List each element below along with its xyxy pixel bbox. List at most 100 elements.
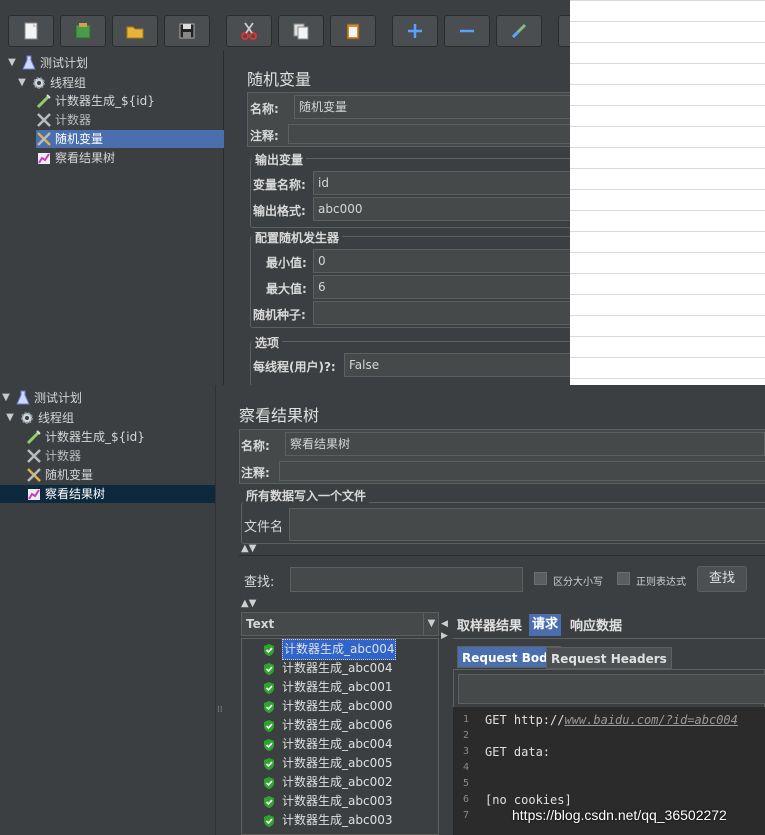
tree-node-results-tree[interactable]: 察看结果树 bbox=[0, 485, 215, 503]
success-shield-icon bbox=[264, 662, 274, 675]
seed-field[interactable] bbox=[313, 301, 570, 325]
comment-field[interactable] bbox=[279, 461, 765, 481]
result-row[interactable]: 计数器生成_abc000 bbox=[262, 697, 392, 716]
result-row[interactable]: 计数器生成_abc004 bbox=[262, 639, 397, 660]
paste-button[interactable] bbox=[330, 15, 376, 47]
tree-node-label: 线程组 bbox=[38, 411, 75, 425]
save-button[interactable] bbox=[164, 15, 210, 47]
chevron-down-icon[interactable]: ▼ bbox=[423, 613, 439, 635]
search-button[interactable]: 查找 bbox=[697, 566, 747, 592]
success-shield-icon bbox=[264, 776, 274, 789]
copy-button[interactable] bbox=[278, 15, 324, 47]
splitter-arrows[interactable]: ◀ ▶ bbox=[441, 613, 449, 835]
tree-node-test-plan[interactable]: ▼ 测试计划 bbox=[6, 54, 88, 72]
collapse-toggle-icon[interactable]: ▲▼ bbox=[241, 598, 256, 609]
result-row-label: 计数器生成_abc004 bbox=[282, 661, 393, 675]
result-row-label: 计数器生成_abc001 bbox=[282, 680, 393, 694]
tree-node-counter[interactable]: 计数器 bbox=[26, 447, 81, 465]
request-search-field[interactable] bbox=[458, 674, 765, 704]
result-row[interactable]: 计数器生成_abc005 bbox=[262, 754, 392, 773]
cut-icon bbox=[241, 22, 257, 40]
output-format-label: 输出格式: bbox=[253, 204, 306, 218]
result-row[interactable]: 计数器生成_abc006 bbox=[262, 716, 392, 735]
tree-node-random-variable[interactable]: 随机变量 bbox=[26, 466, 93, 484]
request-toolbar-area bbox=[453, 669, 765, 709]
more-button[interactable] bbox=[558, 15, 570, 47]
result-row-label: 计数器生成_abc003 bbox=[282, 813, 393, 827]
spreadsheet-background bbox=[570, 0, 765, 385]
test-plan-tree: ▼ 测试计划 ▼ 线程组 计数器生成_${id} 计数器 随机变量 察看结果树 bbox=[6, 50, 224, 385]
min-value-label: 最小值: bbox=[266, 256, 307, 270]
url-link[interactable]: www.baidu.com/?id=abc004 bbox=[564, 713, 737, 727]
tree-node-thread-group[interactable]: ▼ 线程组 bbox=[16, 74, 86, 92]
code-line: GET http://www.baidu.com/?id=abc004 bbox=[485, 713, 738, 727]
expand-arrow-icon[interactable]: ▼ bbox=[6, 54, 18, 72]
results-list: 计数器生成_abc004 计数器生成_abc004 计数器生成_abc001 计数器生… bbox=[241, 638, 439, 835]
collapse-button[interactable] bbox=[444, 15, 490, 47]
cut-button[interactable] bbox=[226, 15, 272, 47]
jmeter-window-top: ▼ 测试计划 ▼ 线程组 计数器生成_${id} 计数器 随机变量 察看结果树 … bbox=[0, 0, 570, 385]
gear-icon bbox=[21, 412, 33, 424]
name-field[interactable]: 察看结果树 bbox=[285, 432, 765, 456]
flask-icon bbox=[22, 55, 36, 70]
code-text: GET data: bbox=[485, 745, 551, 759]
split-pane-divider[interactable]: ⁞⁞ bbox=[215, 385, 227, 835]
tab-request[interactable]: 请求 bbox=[529, 614, 562, 636]
tools-icon bbox=[27, 449, 41, 463]
per-thread-select[interactable]: False bbox=[344, 353, 570, 377]
expand-arrow-icon[interactable]: ▼ bbox=[16, 74, 28, 92]
subtab-request-body[interactable]: Request Body bbox=[457, 646, 561, 668]
name-field[interactable]: 随机变量 bbox=[294, 95, 570, 119]
new-button[interactable] bbox=[8, 15, 54, 47]
output-format-field[interactable]: abc000 bbox=[313, 197, 570, 221]
min-value-field[interactable]: 0 bbox=[313, 249, 570, 273]
expand-arrow-icon[interactable]: ▼ bbox=[4, 409, 16, 427]
tree-node-random-variable[interactable]: 随机变量 bbox=[36, 130, 224, 148]
file-name-field[interactable] bbox=[289, 508, 765, 541]
search-input[interactable] bbox=[290, 567, 523, 592]
tab-response-data[interactable]: 响应数据 bbox=[567, 616, 625, 638]
tree-node-counter[interactable]: 计数器 bbox=[36, 111, 91, 129]
max-value-field[interactable]: 6 bbox=[313, 275, 570, 299]
success-shield-icon bbox=[264, 700, 274, 713]
tree-node-label: 计数器生成_${id} bbox=[45, 430, 145, 444]
drag-handle-icon[interactable]: ⁞⁞ bbox=[217, 705, 223, 715]
subtab-request-headers[interactable]: Request Headers bbox=[546, 647, 672, 669]
tree-node-thread-group[interactable]: ▼ 线程组 bbox=[4, 409, 74, 427]
comment-field[interactable] bbox=[288, 124, 570, 144]
expand-arrow-icon[interactable]: ▼ bbox=[0, 389, 12, 407]
result-row[interactable]: 计数器生成_abc004 bbox=[262, 659, 392, 678]
comment-label: 注释: bbox=[241, 466, 270, 480]
tree-node-results-tree[interactable]: 察看结果树 bbox=[36, 149, 115, 167]
sampler-icon bbox=[36, 94, 51, 109]
collapse-toggle-icon[interactable]: ▲▼ bbox=[241, 543, 256, 554]
result-row[interactable]: 计数器生成_abc003 bbox=[262, 811, 392, 830]
result-row[interactable]: 计数器生成_abc001 bbox=[262, 678, 392, 697]
chart-icon bbox=[38, 153, 50, 164]
success-shield-icon bbox=[264, 643, 274, 656]
chart-icon bbox=[28, 489, 40, 500]
tree-node-sampler[interactable]: 计数器生成_${id} bbox=[36, 92, 155, 110]
copy-icon bbox=[293, 23, 309, 40]
result-row[interactable]: 计数器生成_abc002 bbox=[262, 773, 392, 792]
watermark-text: https://blog.csdn.net/qq_36502272 bbox=[512, 807, 727, 823]
tree-node-label: 随机变量 bbox=[55, 132, 104, 146]
regex-checkbox[interactable] bbox=[617, 572, 630, 585]
tree-node-sampler[interactable]: 计数器生成_${id} bbox=[26, 428, 145, 446]
renderer-select[interactable]: Text bbox=[241, 612, 439, 636]
result-row[interactable]: 计数器生成_abc004 bbox=[262, 735, 392, 754]
case-sensitive-checkbox[interactable] bbox=[534, 572, 547, 585]
panel-title: 察看结果树 bbox=[239, 406, 320, 425]
toggle-button[interactable] bbox=[496, 15, 542, 47]
result-row[interactable]: 计数器生成_abc003 bbox=[262, 792, 392, 811]
line-number: 3 bbox=[462, 746, 469, 757]
templates-button[interactable] bbox=[60, 15, 106, 47]
tab-sampler-result[interactable]: 取样器结果 bbox=[454, 616, 525, 638]
sampler-icon bbox=[26, 430, 41, 445]
tree-node-label: 计数器 bbox=[55, 113, 92, 127]
screenshot-root: ▼ 测试计划 ▼ 线程组 计数器生成_${id} 计数器 随机变量 察看结果树 … bbox=[0, 0, 765, 835]
var-name-field[interactable]: id bbox=[313, 171, 570, 195]
expand-button[interactable] bbox=[392, 15, 438, 47]
tree-node-test-plan[interactable]: ▼ 测试计划 bbox=[0, 389, 82, 407]
open-button[interactable] bbox=[112, 15, 158, 47]
